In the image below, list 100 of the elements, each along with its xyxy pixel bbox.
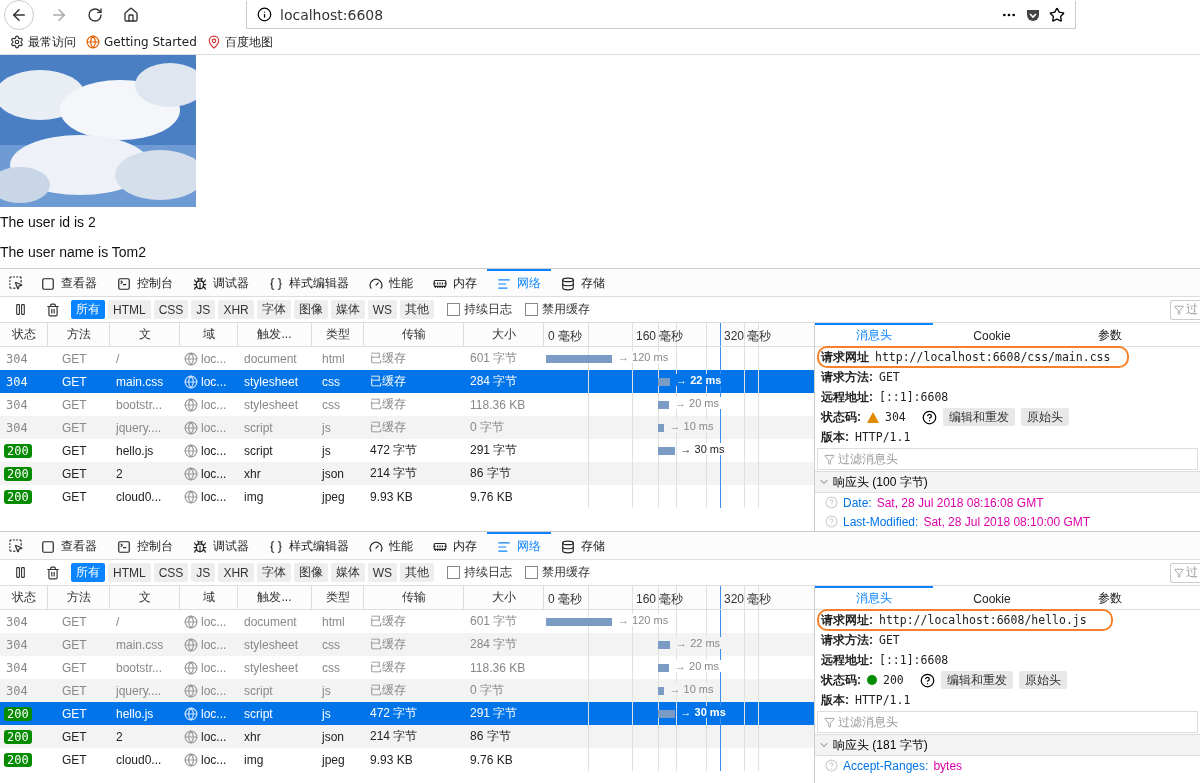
field-label: 远程地址: xyxy=(821,651,873,669)
devtools-tab[interactable]: 存储 xyxy=(551,269,615,296)
column-header[interactable]: 触发... xyxy=(238,323,312,346)
info-icon[interactable] xyxy=(257,7,272,22)
devtools-tab[interactable]: 样式编辑器 xyxy=(259,269,359,296)
filter-chip[interactable]: 图像 xyxy=(293,563,328,582)
details-tab[interactable]: 消息头 xyxy=(815,323,933,346)
devtools-tab[interactable]: 性能 xyxy=(359,269,423,296)
column-header[interactable]: 方法 xyxy=(48,323,110,346)
filter-chip[interactable]: 其他 xyxy=(400,300,435,319)
header-button[interactable]: 编辑和重发 xyxy=(942,408,1015,426)
address-bar[interactable]: localhost:6608 xyxy=(246,1,1076,29)
back-button[interactable] xyxy=(4,0,34,30)
filter-chip[interactable]: CSS xyxy=(153,300,189,319)
header-button[interactable]: 原始头 xyxy=(1020,408,1069,426)
help-icon[interactable] xyxy=(919,672,935,688)
devtools-tab[interactable]: 查看器 xyxy=(31,269,107,296)
devtools-tab[interactable]: 内存 xyxy=(423,532,487,559)
column-header[interactable]: 状态 xyxy=(0,323,48,346)
devtools-tab[interactable]: 存储 xyxy=(551,532,615,559)
column-header[interactable]: 文 xyxy=(110,323,180,346)
filter-chip[interactable]: 字体 xyxy=(256,563,291,582)
details-tab[interactable]: Cookie xyxy=(933,323,1051,346)
bookmark[interactable]: Getting Started xyxy=(86,35,197,49)
transferred-cell-text: 已缓存 xyxy=(369,636,407,653)
column-header[interactable]: 传输 xyxy=(364,586,464,609)
filter-chip[interactable]: HTML xyxy=(108,300,151,319)
filter-chip[interactable]: 字体 xyxy=(256,300,291,319)
devtools-tab[interactable]: 样式编辑器 xyxy=(259,532,359,559)
column-header[interactable]: 大小 xyxy=(464,323,544,346)
filter-chip[interactable]: 媒体 xyxy=(330,300,365,319)
help-icon[interactable] xyxy=(921,409,937,425)
request-row[interactable]: 200 GET 2 loc... xhr json 214 字节 86 字节 xyxy=(0,725,814,748)
column-header[interactable]: 状态 xyxy=(0,586,48,609)
filter-chip[interactable]: 图像 xyxy=(293,300,328,319)
console-icon xyxy=(117,539,131,554)
filter-chip[interactable]: 媒体 xyxy=(330,563,365,582)
column-header[interactable]: 域 xyxy=(180,586,238,609)
devtools-tab[interactable]: 调试器 xyxy=(183,269,259,296)
devtools-tab[interactable]: 网络 xyxy=(487,532,551,559)
column-header[interactable]: 类型 xyxy=(312,323,364,346)
column-header[interactable]: 类型 xyxy=(312,586,364,609)
header-button[interactable]: 编辑和重发 xyxy=(940,671,1013,689)
column-header[interactable]: 文 xyxy=(110,586,180,609)
column-header[interactable]: 触发... xyxy=(238,586,312,609)
filter-chip[interactable]: 其他 xyxy=(400,563,435,582)
devtools-tab[interactable]: 控制台 xyxy=(107,269,183,296)
checkbox[interactable] xyxy=(447,303,461,316)
devtools-tab[interactable]: 网络 xyxy=(487,269,551,296)
devtools-tab[interactable]: 性能 xyxy=(359,532,423,559)
request-row[interactable]: 200 GET 2 loc... xhr json 214 字节 86 字节 xyxy=(0,462,814,485)
method-cell-text: GET xyxy=(61,420,88,435)
checkbox[interactable] xyxy=(525,303,539,316)
devtools-tab[interactable]: 查看器 xyxy=(31,532,107,559)
filter-chip[interactable]: WS xyxy=(367,300,398,319)
size-cell-text: 0 字节 xyxy=(469,682,505,699)
request-row[interactable]: 200 GET hello.js loc... script js 472 字节 291 字节 → 30 ms xyxy=(0,702,814,725)
column-header[interactable]: 域 xyxy=(180,323,238,346)
devtools-tab[interactable]: 内存 xyxy=(423,269,487,296)
header-button[interactable]: 原始头 xyxy=(1018,671,1067,689)
details-tab[interactable]: 消息头 xyxy=(815,586,933,609)
filter-chip[interactable]: 所有 xyxy=(71,563,105,582)
cause-cell-text: stylesheet xyxy=(243,397,300,412)
filter-chip[interactable]: 所有 xyxy=(71,300,105,319)
type-cell-text: js xyxy=(320,706,332,721)
checkbox[interactable] xyxy=(447,566,461,579)
size-cell-text: 291 字节 xyxy=(469,705,519,722)
file-cell-text: 2 xyxy=(115,729,124,744)
globe-icon xyxy=(184,729,198,744)
filter-chip[interactable]: HTML xyxy=(108,563,151,582)
cause-cell-text: xhr xyxy=(243,466,262,481)
globe-icon xyxy=(184,660,198,675)
checkbox[interactable] xyxy=(525,566,539,579)
filter-chip[interactable]: WS xyxy=(367,563,398,582)
filter-chip[interactable]: JS xyxy=(191,300,216,319)
section-header[interactable]: 响应头 (181 字节) xyxy=(815,734,1200,756)
filter-chip[interactable]: CSS xyxy=(153,563,189,582)
star-icon[interactable] xyxy=(1049,6,1065,23)
status-code: 304 xyxy=(5,397,29,412)
details-tab[interactable]: 参数 xyxy=(1051,323,1169,346)
details-tab[interactable]: 参数 xyxy=(1051,586,1169,609)
devtools-tab[interactable]: 调试器 xyxy=(183,532,259,559)
header-name: Last-Modified: xyxy=(843,514,919,529)
column-header[interactable]: 传输 xyxy=(364,323,464,346)
filter-icon xyxy=(1174,567,1184,578)
filter-chip[interactable]: JS xyxy=(191,563,216,582)
column-header[interactable]: 大小 xyxy=(464,586,544,609)
bookmark[interactable]: 最常访问 xyxy=(10,33,76,51)
filter-chip[interactable]: XHR xyxy=(218,563,254,582)
section-header[interactable]: 响应头 (100 字节) xyxy=(815,471,1200,493)
details-tab[interactable]: Cookie xyxy=(933,586,1051,609)
header-value: Sat, 28 Jul 2018 08:16:08 GMT xyxy=(876,495,1044,510)
field-label: 请求方法: xyxy=(821,368,873,386)
file-cell-text: 2 xyxy=(115,466,124,481)
bookmark[interactable]: 百度地图 xyxy=(206,33,273,51)
filter-chip[interactable]: XHR xyxy=(218,300,254,319)
column-header[interactable]: 方法 xyxy=(48,586,110,609)
field-value: http://localhost:6608/hello.js xyxy=(879,613,1087,627)
request-row[interactable]: 304 GET main.css loc... stylesheet css 已缓存 284 字节 → 22 ms xyxy=(0,370,814,393)
devtools-tab[interactable]: 控制台 xyxy=(107,532,183,559)
